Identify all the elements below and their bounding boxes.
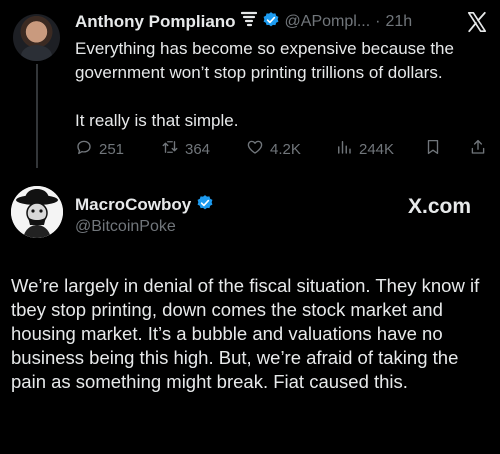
retweet-icon xyxy=(161,138,179,160)
tweet-text: We’re largely in denial of the fiscal si… xyxy=(11,275,480,392)
like-count: 4.2K xyxy=(270,140,301,158)
like-button[interactable]: 4.2K xyxy=(246,138,301,160)
author-name[interactable]: Anthony Pompliano xyxy=(75,12,236,32)
author-avatar[interactable] xyxy=(13,14,60,61)
author-handle[interactable]: @APompl... xyxy=(285,13,371,31)
cowboy-avatar[interactable] xyxy=(11,186,63,238)
bookmark-icon xyxy=(424,138,442,160)
thread-line xyxy=(36,64,38,168)
tornado-icon xyxy=(240,11,257,34)
reply-button[interactable]: 251 xyxy=(75,138,124,160)
retweet-count: 364 xyxy=(185,140,211,158)
bookmark-button[interactable] xyxy=(424,138,442,160)
x-com-logo[interactable]: X.com xyxy=(408,195,471,219)
author-name[interactable]: MacroCowboy xyxy=(75,195,191,215)
retweet-button[interactable]: 364 xyxy=(161,138,210,160)
reply-icon xyxy=(75,138,93,160)
tweet-actions: 251 364 4.2K 244K xyxy=(75,138,490,160)
timestamp[interactable]: 21h xyxy=(385,13,412,31)
analytics-icon xyxy=(335,138,353,160)
verified-badge-icon xyxy=(262,11,280,34)
tweet-text: Everything has become so expensive becau… xyxy=(75,39,454,130)
quoted-tweet-header: Anthony Pompliano @APompl... · 21h xyxy=(75,11,412,33)
heart-icon xyxy=(246,138,264,160)
views-button[interactable]: 244K xyxy=(335,138,394,160)
x-logo-icon[interactable] xyxy=(466,11,488,33)
verified-badge-icon xyxy=(196,194,214,217)
separator-dot: · xyxy=(375,13,381,30)
share-icon xyxy=(469,138,487,160)
author-handle[interactable]: @BitcoinPoke xyxy=(75,218,176,236)
main-tweet-header: MacroCowboy xyxy=(75,194,214,216)
view-count: 244K xyxy=(359,140,395,158)
reply-count: 251 xyxy=(99,140,125,158)
share-button[interactable] xyxy=(469,138,487,160)
